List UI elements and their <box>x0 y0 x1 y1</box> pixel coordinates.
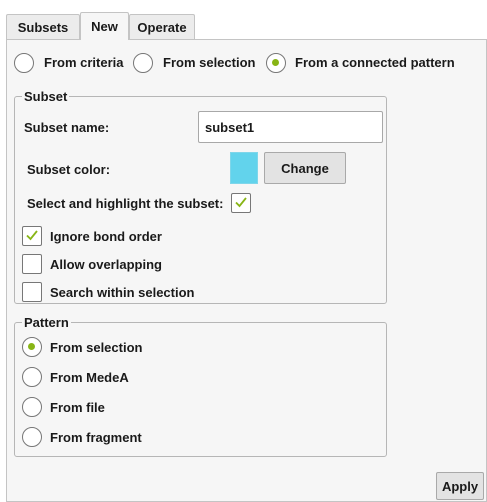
apply-button-label: Apply <box>441 478 479 494</box>
subset-group-title: Subset <box>22 89 70 104</box>
ignore-bond-order-label: Ignore bond order <box>50 229 162 244</box>
pattern-from-fragment-radio[interactable] <box>22 427 42 447</box>
pattern-from-fragment-label: From fragment <box>50 430 142 445</box>
tab-operate-label: Operate <box>137 20 187 35</box>
search-within-selection-label: Search within selection <box>50 285 195 300</box>
change-color-button-label: Change <box>281 160 329 176</box>
tab-subsets-label: Subsets <box>17 20 69 35</box>
tab-subsets[interactable]: Subsets <box>6 14 80 40</box>
pattern-from-medea-radio[interactable] <box>22 367 42 387</box>
from-connected-pattern-label: From a connected pattern <box>295 55 455 70</box>
pattern-from-selection-label: From selection <box>50 340 143 355</box>
pattern-from-selection-radio[interactable] <box>22 337 42 357</box>
from-connected-pattern-radio[interactable] <box>266 53 286 73</box>
highlight-subset-label: Select and highlight the subset: <box>27 196 224 211</box>
pattern-from-file-label: From file <box>50 400 105 415</box>
subset-name-input[interactable] <box>198 111 383 143</box>
subset-name-label: Subset name: <box>24 120 110 135</box>
subset-color-label: Subset color: <box>27 162 111 177</box>
change-color-button[interactable]: Change <box>264 152 346 184</box>
search-within-selection-checkbox[interactable] <box>22 282 42 302</box>
highlight-subset-checkbox[interactable] <box>231 193 251 213</box>
from-selection-label: From selection <box>163 55 256 70</box>
pattern-group-title: Pattern <box>22 315 71 330</box>
from-criteria-radio[interactable] <box>14 53 34 73</box>
tab-operate[interactable]: Operate <box>129 14 195 40</box>
checkmark-icon <box>26 230 38 241</box>
from-selection-radio[interactable] <box>133 53 153 73</box>
checkmark-icon <box>235 197 247 208</box>
from-criteria-label: From criteria <box>44 55 124 70</box>
apply-button[interactable]: Apply <box>436 472 484 500</box>
pattern-from-file-radio[interactable] <box>22 397 42 417</box>
allow-overlapping-checkbox[interactable] <box>22 254 42 274</box>
tab-new-label: New <box>91 19 118 34</box>
allow-overlapping-label: Allow overlapping <box>50 257 162 272</box>
subset-color-swatch[interactable] <box>230 152 258 184</box>
tab-new[interactable]: New <box>80 12 129 40</box>
ignore-bond-order-checkbox[interactable] <box>22 226 42 246</box>
pattern-from-medea-label: From MedeA <box>50 370 129 385</box>
